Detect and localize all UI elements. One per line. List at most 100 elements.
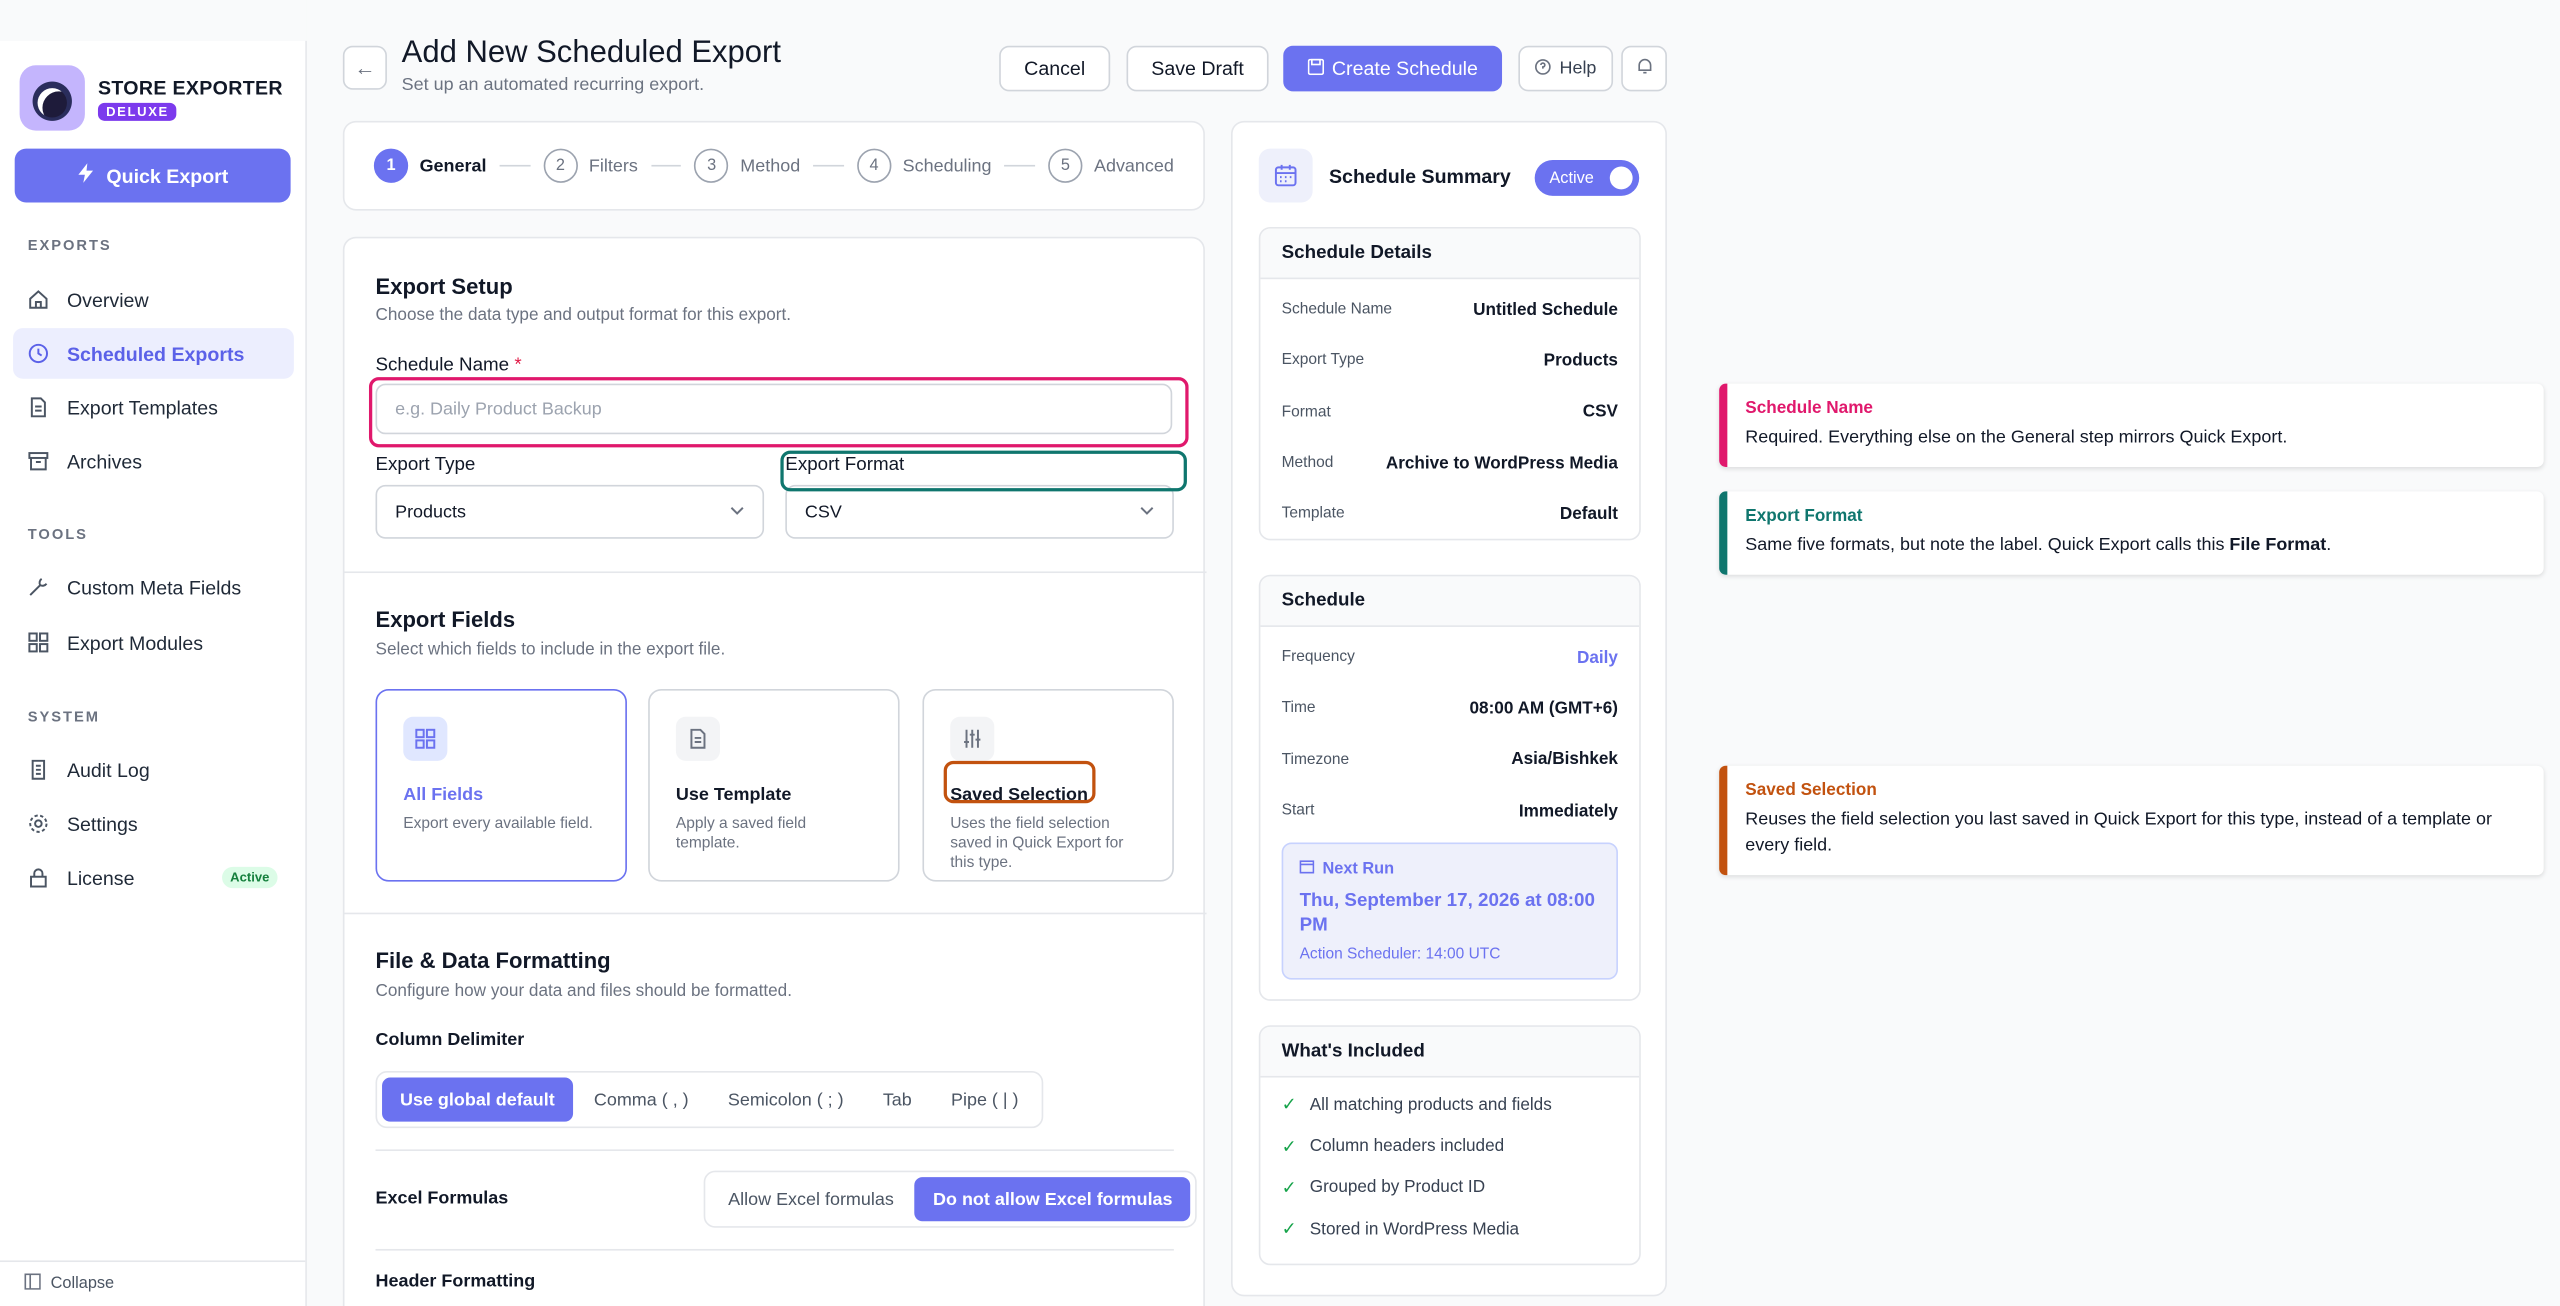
export-format-value: CSV <box>804 502 842 522</box>
annotation-body: Required. Everything else on the General… <box>1745 427 2288 448</box>
delimiter-global-default[interactable]: Use global default <box>382 1077 573 1122</box>
delimiter-comma[interactable]: Comma ( , ) <box>576 1078 707 1122</box>
step-filters[interactable]: 2 Filters <box>543 148 638 183</box>
option-title: Saved Selection <box>950 785 1088 805</box>
step-scheduling[interactable]: 4 Scheduling <box>856 148 992 183</box>
allow-excel-formulas[interactable]: Allow Excel formulas <box>710 1177 912 1221</box>
sidebar-item-license[interactable]: License Active <box>13 852 294 903</box>
annotation-title: Export Format <box>1745 506 1863 526</box>
stepper: 1 General 2 Filters 3 Method 4 Scheduling 5A… <box>342 120 1205 211</box>
annotation-saved-selection: Saved Selection Reuses the field selecti… <box>1719 765 2544 875</box>
license-status-badge: Active <box>222 866 278 889</box>
step-number: 1 <box>373 148 409 183</box>
step-number: 2 <box>543 148 578 183</box>
cancel-button[interactable]: Cancel <box>999 45 1111 92</box>
step-label: Advanced <box>1093 155 1174 176</box>
step-method[interactable]: 3 Method <box>694 148 800 183</box>
schedule-row: Timezone Asia/Bishkek <box>1260 734 1639 785</box>
schedule-name-label: Schedule Name * <box>375 355 522 376</box>
export-setup-subtitle: Choose the data type and output format f… <box>375 305 792 325</box>
option-all-fields[interactable]: All Fields Export every available field. <box>375 688 627 882</box>
step-general[interactable]: 1 General <box>373 148 487 183</box>
disallow-excel-formulas[interactable]: Do not allow Excel formulas <box>915 1177 1191 1222</box>
sidebar: STORE EXPORTER DELUXE Quick Export EXPOR… <box>0 40 307 1306</box>
step-number: 4 <box>856 148 892 183</box>
check-icon: ✓ <box>1281 1137 1297 1157</box>
delimiter-semicolon[interactable]: Semicolon ( ; ) <box>710 1078 862 1122</box>
chevron-down-icon <box>730 503 745 521</box>
create-schedule-button[interactable]: Create Schedule <box>1283 45 1503 92</box>
detail-key: Template <box>1281 505 1345 523</box>
export-fields-title: Export Fields <box>375 607 516 632</box>
active-toggle[interactable]: Active <box>1534 159 1640 196</box>
sidebar-item-export-modules[interactable]: Export Modules <box>13 617 294 668</box>
sidebar-item-audit-log[interactable]: Audit Log <box>13 744 294 795</box>
notifications-button[interactable] <box>1621 45 1667 92</box>
sidebar-item-scheduled-exports[interactable]: Scheduled Exports <box>13 328 294 379</box>
export-type-select[interactable]: Products <box>375 484 765 539</box>
sidebar-item-settings[interactable]: Settings <box>13 798 294 849</box>
grid-icon <box>28 632 49 653</box>
section-system: SYSTEM <box>27 708 100 725</box>
annotation-export-format: Export Format Same five formats, but not… <box>1719 491 2544 575</box>
annotation-title: Schedule Name <box>1745 398 1873 418</box>
export-fields-subtitle: Select which fields to include in the ex… <box>375 639 726 660</box>
clock-icon <box>28 343 49 364</box>
option-title: Use Template <box>675 785 792 805</box>
collapse-button[interactable]: Collapse <box>0 1260 306 1306</box>
option-saved-selection[interactable]: Saved Selection Uses the field selection… <box>922 688 1174 882</box>
sliders-icon <box>950 716 995 761</box>
brand-badge: DELUXE <box>97 102 178 120</box>
brand-name: STORE EXPORTER <box>97 75 283 99</box>
check-icon: ✓ <box>1281 1178 1297 1199</box>
delimiter-tab[interactable]: Tab <box>865 1078 930 1122</box>
create-schedule-label: Create Schedule <box>1331 57 1478 80</box>
sidebar-item-custom-meta-fields[interactable]: Custom Meta Fields <box>13 562 294 613</box>
quick-export-button[interactable]: Quick Export <box>14 148 291 203</box>
schedule-name-input[interactable]: e.g. Daily Product Backup <box>375 383 1173 435</box>
whats-included-panel: What's Included ✓ All matching products a… <box>1258 1025 1641 1265</box>
schedule-row: Time 08:00 AM (GMT+6) <box>1260 683 1639 734</box>
home-icon <box>28 289 49 310</box>
export-format-select[interactable]: CSV <box>785 484 1174 539</box>
step-label: Scheduling <box>902 155 992 176</box>
schedule-details-panel: Schedule Details Schedule Name Untitled S… <box>1258 226 1641 542</box>
detail-key: Export Type <box>1281 351 1365 370</box>
check-icon: ✓ <box>1281 1095 1297 1116</box>
step-label: General <box>419 155 487 176</box>
log-icon <box>28 759 49 780</box>
detail-value: Default <box>1559 504 1618 524</box>
schedule-key: Time <box>1281 699 1316 718</box>
detail-row: Schedule Name Untitled Schedule <box>1260 284 1639 335</box>
annotation-schedule-name: Schedule Name Required. Everything else … <box>1719 383 2544 467</box>
schedule-key: Start <box>1281 801 1315 820</box>
help-button[interactable]: Help <box>1518 45 1614 92</box>
option-use-template[interactable]: Use Template Apply a saved field templat… <box>648 688 900 882</box>
detail-row: Method Archive to WordPress Media <box>1260 437 1639 488</box>
detail-row: Format CSV <box>1260 386 1639 437</box>
sidebar-item-export-templates[interactable]: Export Templates <box>13 382 294 433</box>
grid-icon <box>403 716 448 761</box>
sidebar-item-overview[interactable]: Overview <box>13 274 294 325</box>
delimiter-pipe[interactable]: Pipe ( | ) <box>933 1078 1036 1122</box>
calendar-icon <box>1258 148 1313 203</box>
schedule-value: Asia/Bishkek <box>1511 749 1618 770</box>
export-type-value: Products <box>395 502 466 522</box>
option-title: All Fields <box>403 785 484 805</box>
schedule-key: Frequency <box>1281 648 1355 667</box>
step-label: Filters <box>588 155 638 176</box>
sidebar-item-archives[interactable]: Archives <box>13 436 294 487</box>
section-tools: TOOLS <box>27 525 88 543</box>
sidebar-item-label: Archives <box>66 449 143 473</box>
schedule-value: Daily <box>1576 647 1618 668</box>
detail-key: Format <box>1281 402 1331 421</box>
header-formatting-label: Header Formatting <box>375 1271 536 1292</box>
formatting-title: File & Data Formatting <box>375 948 611 974</box>
save-draft-button[interactable]: Save Draft <box>1126 45 1269 92</box>
detail-key: Schedule Name <box>1281 300 1393 319</box>
step-advanced[interactable]: 5 Advanced <box>1048 148 1174 183</box>
bell-icon <box>1635 57 1653 80</box>
help-icon <box>1535 58 1551 79</box>
formatting-subtitle: Configure how your data and files should… <box>375 981 792 1001</box>
back-button[interactable]: ← <box>342 45 387 90</box>
